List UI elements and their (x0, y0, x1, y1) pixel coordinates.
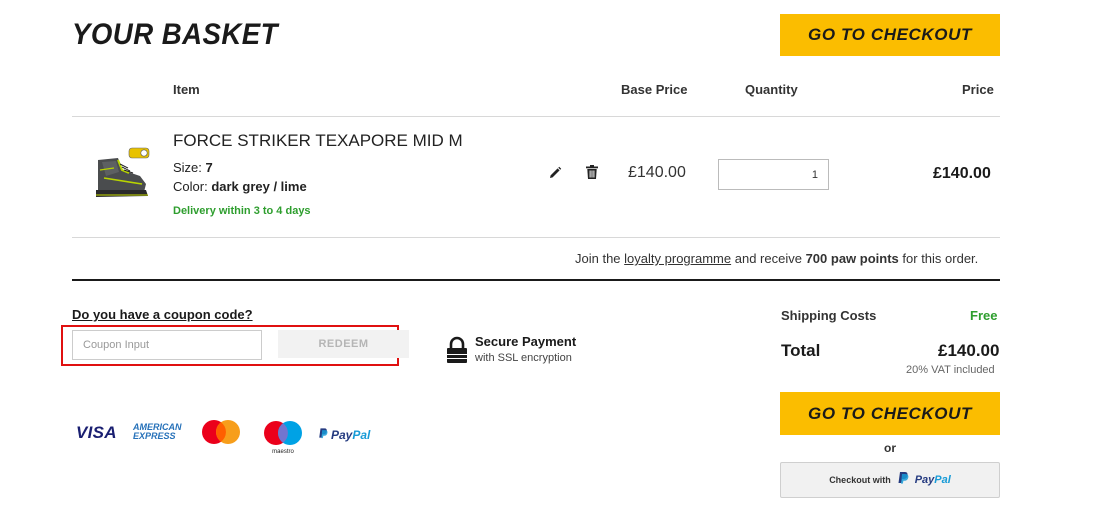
loyalty-message: Join the loyalty programme and receive 7… (575, 251, 978, 266)
svg-text:maestro: maestro (272, 449, 294, 454)
color-value: dark grey / lime (211, 179, 307, 194)
table-divider-top (72, 116, 1000, 117)
product-name[interactable]: FORCE STRIKER TEXAPORE MID M (173, 131, 463, 151)
secure-payment-subtitle: with SSL encryption (475, 352, 572, 364)
mastercard-logo (199, 419, 243, 447)
column-header-base-price: Base Price (621, 82, 688, 97)
delivery-estimate: Delivery within 3 to 4 days (173, 205, 311, 217)
hiking-boot-image[interactable] (84, 140, 156, 202)
coupon-question[interactable]: Do you have a coupon code? (72, 307, 253, 322)
paypal-p-icon (318, 426, 328, 444)
or-separator: or (884, 441, 896, 455)
amex-logo: AMERICAN EXPRESS (133, 422, 182, 441)
quantity-input[interactable] (718, 159, 829, 190)
paypal-wordmark: PayPal (914, 474, 951, 486)
lock-icon (446, 336, 468, 364)
line-total-price: £140.00 (933, 165, 991, 182)
loyalty-prefix: Join the (575, 251, 621, 266)
shipping-costs-label: Shipping Costs (781, 308, 877, 323)
maestro-logo: maestro (261, 420, 305, 455)
trash-icon[interactable] (585, 164, 599, 180)
vat-note: 20% VAT included (906, 364, 995, 376)
product-color: Color: dark grey / lime (173, 179, 307, 194)
go-to-checkout-button-bottom[interactable]: GO TO CHECKOUT (780, 392, 1000, 435)
paypal-payment-logo: PayPal (318, 426, 370, 444)
paypal-checkout-prefix: Checkout with (829, 475, 891, 485)
column-header-price: Price (962, 82, 994, 97)
go-to-checkout-button-top[interactable]: GO TO CHECKOUT (780, 14, 1000, 56)
color-label: Color: (173, 179, 208, 194)
total-label: Total (781, 341, 821, 360)
paypal-logo-icon (897, 471, 909, 489)
pencil-icon[interactable] (547, 165, 563, 181)
coupon-input[interactable] (72, 330, 262, 360)
column-header-item: Item (173, 82, 200, 97)
shipping-costs-value: Free (970, 308, 998, 323)
section-divider (72, 279, 1000, 281)
secure-payment-title: Secure Payment (475, 334, 577, 349)
loyalty-middle: and receive (734, 251, 802, 266)
loyalty-suffix: for this order. (902, 251, 979, 266)
visa-logo: VISA (76, 423, 117, 442)
total-value: £140.00 (938, 341, 1000, 360)
paypal-checkout-button[interactable]: Checkout with PayPal (780, 462, 1000, 498)
size-value: 7 (205, 160, 213, 175)
size-label: Size: (173, 160, 202, 175)
product-size: Size: 7 (173, 160, 213, 175)
column-header-quantity: Quantity (745, 82, 798, 97)
loyalty-points: 700 paw points (805, 251, 899, 266)
table-divider-bottom (72, 237, 1000, 238)
base-price: £140.00 (628, 164, 686, 181)
redeem-button[interactable]: REDEEM (278, 330, 409, 358)
page-title: YOUR BASKET (72, 18, 278, 51)
loyalty-programme-link[interactable]: loyalty programme (624, 251, 731, 266)
